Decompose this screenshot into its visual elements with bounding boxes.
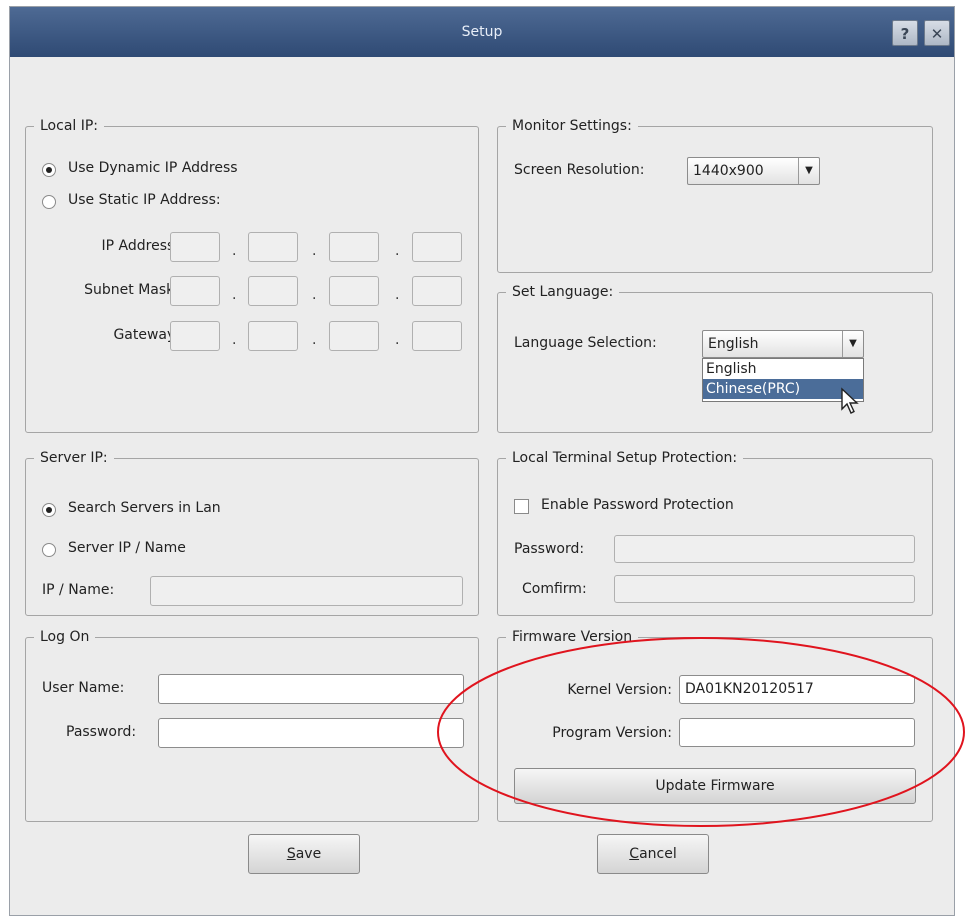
username-label: User Name: — [42, 680, 125, 696]
subnet-dot: . — [232, 287, 237, 303]
ip-dot: . — [232, 243, 237, 259]
subnet-octet-4[interactable] — [412, 276, 462, 306]
ip-octet-4[interactable] — [412, 232, 462, 262]
subnet-octet-2[interactable] — [248, 276, 298, 306]
ip-octet-1[interactable] — [170, 232, 220, 262]
subnet-octet-3[interactable] — [329, 276, 379, 306]
set-language-group: Set Language: Language Selection: Englis… — [497, 283, 933, 433]
server-ip-name-radio[interactable] — [42, 543, 56, 557]
gateway-octet-1[interactable] — [170, 321, 220, 351]
save-button[interactable]: Save — [248, 834, 360, 874]
mouse-cursor-icon — [841, 387, 859, 414]
language-value: English — [708, 336, 759, 352]
server-ip-legend: Server IP: — [34, 449, 114, 467]
logon-password-label: Password: — [66, 724, 137, 740]
help-button[interactable]: ? — [892, 20, 918, 46]
gateway-dot: . — [312, 332, 317, 348]
kernel-version-field[interactable]: DA01KN20120517 — [679, 675, 915, 704]
search-servers-label: Search Servers in Lan — [68, 500, 221, 516]
search-servers-radio[interactable] — [42, 503, 56, 517]
gateway-octet-3[interactable] — [329, 321, 379, 351]
screen-resolution-label: Screen Resolution: — [514, 162, 645, 178]
local-ip-group: Local IP: Use Dynamic IP Address Use Sta… — [25, 117, 479, 433]
protection-password-input[interactable] — [614, 535, 915, 563]
confirm-label: Comfirm: — [522, 581, 587, 597]
window-title: Setup — [461, 24, 503, 40]
ip-octet-3[interactable] — [329, 232, 379, 262]
kernel-version-value: DA01KN20120517 — [685, 681, 814, 697]
server-ip-group: Server IP: Search Servers in Lan Server … — [25, 449, 479, 616]
language-option-english[interactable]: English — [703, 359, 863, 379]
local-ip-legend: Local IP: — [34, 117, 105, 135]
cancel-mnemonic: C — [629, 846, 640, 862]
password-label: Password: — [514, 541, 585, 557]
subnet-octet-1[interactable] — [170, 276, 220, 306]
subnet-dot: . — [395, 287, 400, 303]
language-selection-label: Language Selection: — [514, 335, 657, 351]
subnet-mask-label: Subnet Mask: — [84, 282, 179, 298]
log-on-group: Log On User Name: Password: — [25, 628, 479, 822]
ip-name-input[interactable] — [150, 576, 463, 606]
cancel-label: ancel — [639, 846, 677, 862]
dynamic-ip-label: Use Dynamic IP Address — [68, 160, 238, 176]
ip-dot: . — [312, 243, 317, 259]
chevron-down-icon: ▼ — [798, 158, 819, 184]
subnet-dot: . — [312, 287, 317, 303]
monitor-settings-group: Monitor Settings: Screen Resolution: 144… — [497, 117, 933, 273]
monitor-settings-legend: Monitor Settings: — [506, 117, 638, 135]
setup-dialog: Setup ? ✕ Local IP: Use Dynamic IP Addre… — [9, 6, 955, 916]
close-button[interactable]: ✕ — [924, 20, 950, 46]
update-firmware-button[interactable]: Update Firmware — [514, 768, 916, 804]
screen-resolution-select[interactable]: 1440x900 ▼ — [687, 157, 820, 185]
language-select[interactable]: English ▼ — [702, 330, 864, 358]
logon-password-input[interactable] — [158, 718, 464, 748]
gateway-dot: . — [232, 332, 237, 348]
gateway-dot: . — [395, 332, 400, 348]
program-version-label: Program Version: — [552, 725, 672, 741]
set-language-legend: Set Language: — [506, 283, 620, 301]
close-icon: ✕ — [930, 25, 944, 43]
server-ip-name-label: Server IP / Name — [68, 540, 186, 556]
static-ip-label: Use Static IP Address: — [68, 192, 221, 208]
setup-protection-legend: Local Terminal Setup Protection: — [506, 449, 744, 467]
save-mnemonic: S — [286, 846, 296, 862]
title-bar: Setup ? ✕ — [10, 7, 954, 57]
gateway-octet-2[interactable] — [248, 321, 298, 351]
dynamic-ip-radio[interactable] — [42, 163, 56, 177]
language-option-chinese[interactable]: Chinese(PRC) — [703, 379, 863, 399]
ip-dot: . — [395, 243, 400, 259]
screen-resolution-value: 1440x900 — [693, 163, 764, 179]
help-icon: ? — [900, 25, 910, 43]
static-ip-radio[interactable] — [42, 195, 56, 209]
enable-password-checkbox[interactable] — [514, 499, 529, 514]
save-label: ave — [295, 846, 322, 862]
ip-address-label: IP Address: — [101, 238, 180, 254]
cancel-button[interactable]: Cancel — [597, 834, 709, 874]
log-on-legend: Log On — [34, 628, 96, 646]
username-input[interactable] — [158, 674, 464, 704]
ip-name-label: IP / Name: — [42, 582, 115, 598]
ip-octet-2[interactable] — [248, 232, 298, 262]
chevron-down-icon: ▼ — [842, 331, 863, 357]
program-version-field[interactable] — [679, 718, 915, 747]
setup-protection-group: Local Terminal Setup Protection: Enable … — [497, 449, 933, 616]
update-firmware-label: Update Firmware — [655, 778, 775, 794]
gateway-octet-4[interactable] — [412, 321, 462, 351]
firmware-version-group: Firmware Version Kernel Version: DA01KN2… — [497, 628, 933, 822]
kernel-version-label: Kernel Version: — [567, 682, 672, 698]
firmware-version-legend: Firmware Version — [506, 628, 639, 646]
enable-password-label: Enable Password Protection — [541, 497, 734, 513]
protection-confirm-input[interactable] — [614, 575, 915, 603]
